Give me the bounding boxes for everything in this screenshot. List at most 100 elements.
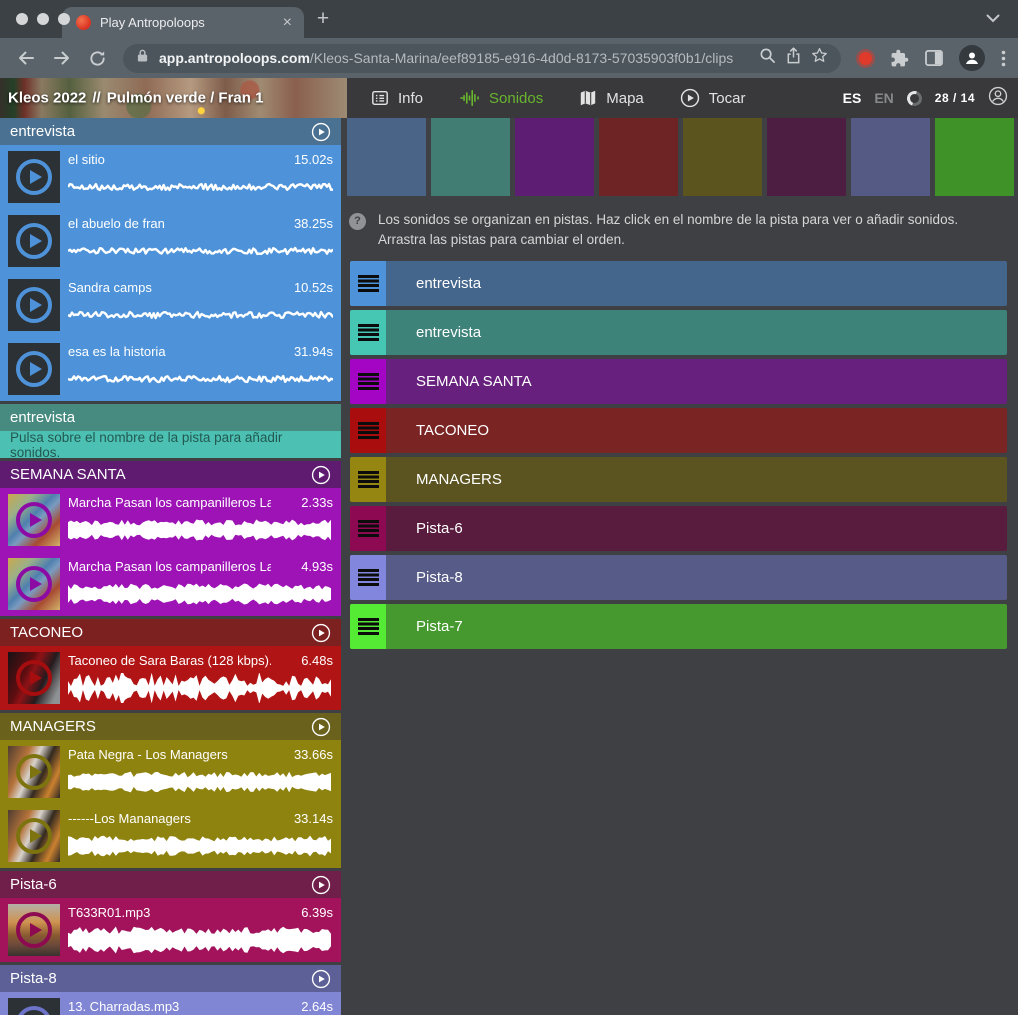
clip-waveform <box>68 300 333 330</box>
track-section: entrevistaPulsa sobre el nombre de la pi… <box>0 404 341 458</box>
clip-name: Taconeo de Sara Baras (128 kbps).mp3 <box>68 653 271 668</box>
clip-play-icon[interactable] <box>8 494 60 546</box>
clip-play-icon[interactable] <box>8 810 60 862</box>
nav-sonidos[interactable]: Sonidos <box>459 89 543 107</box>
drag-handle-icon[interactable] <box>350 359 386 404</box>
profile-avatar[interactable] <box>959 45 985 71</box>
clip[interactable]: Pata Negra - Los Managers33.66s <box>0 740 341 804</box>
clip[interactable]: el abuelo de fran38.25s <box>0 209 341 273</box>
track-play-button[interactable] <box>311 122 331 142</box>
track-row[interactable]: Pista-8 <box>350 555 1007 600</box>
clip-thumbnail[interactable] <box>8 279 60 331</box>
zoom-page-icon[interactable] <box>759 47 776 69</box>
clip[interactable]: 13. Charradas.mp32.64s <box>0 992 341 1015</box>
track-play-button[interactable] <box>311 623 331 643</box>
account-icon[interactable] <box>988 86 1008 111</box>
nav-info[interactable]: Info <box>371 89 423 107</box>
lang-en[interactable]: EN <box>874 90 893 106</box>
extensions-puzzle-icon[interactable] <box>890 49 909 68</box>
window-minimize-button[interactable] <box>37 13 49 25</box>
clip-thumbnail[interactable] <box>8 558 60 610</box>
share-icon[interactable] <box>786 47 801 69</box>
track-row[interactable]: Pista-7 <box>350 604 1007 649</box>
track-play-button[interactable] <box>311 969 331 989</box>
clip[interactable]: esa es la historia31.94s <box>0 337 341 401</box>
window-zoom-button[interactable] <box>58 13 70 25</box>
bookmark-star-icon[interactable] <box>811 47 828 69</box>
new-tab-button[interactable]: + <box>308 4 338 34</box>
drag-handle-icon[interactable] <box>350 555 386 600</box>
clip-thumbnail[interactable] <box>8 343 60 395</box>
track-header[interactable]: entrevista <box>0 404 341 431</box>
clip-play-icon[interactable] <box>8 998 60 1015</box>
track-play-button[interactable] <box>311 875 331 895</box>
track-header[interactable]: MANAGERS <box>0 713 341 740</box>
tab-search-chevron-icon[interactable] <box>986 10 1000 28</box>
clip-play-icon[interactable] <box>8 746 60 798</box>
track-name: entrevista <box>10 409 75 426</box>
clip-thumbnail[interactable] <box>8 151 60 203</box>
forward-button[interactable] <box>52 48 72 68</box>
track-section: TACONEOTaconeo de Sara Baras (128 kbps).… <box>0 619 341 710</box>
drag-handle-icon[interactable] <box>350 310 386 355</box>
track-header[interactable]: Pista-8 <box>0 965 341 992</box>
nav-mapa[interactable]: Mapa <box>579 89 644 107</box>
track-row[interactable]: entrevista <box>350 261 1007 306</box>
clip-duration: 31.94s <box>294 344 333 359</box>
record-indicator-icon[interactable] <box>859 52 872 65</box>
clip-duration: 15.02s <box>294 152 333 167</box>
track-row[interactable]: Pista-6 <box>350 506 1007 551</box>
clip-thumbnail[interactable] <box>8 810 60 862</box>
clip[interactable]: el sitio15.02s <box>0 145 341 209</box>
clip[interactable]: T633R01.mp36.39s <box>0 898 341 962</box>
drag-handle-icon[interactable] <box>350 604 386 649</box>
track-row[interactable]: TACONEO <box>350 408 1007 453</box>
track-header[interactable]: TACONEO <box>0 619 341 646</box>
clip-thumbnail[interactable] <box>8 904 60 956</box>
clip-play-icon[interactable] <box>8 279 60 331</box>
clip-play-icon[interactable] <box>8 151 60 203</box>
nav-tocar[interactable]: Tocar <box>680 88 746 108</box>
lang-es[interactable]: ES <box>843 90 862 106</box>
clip-thumbnail[interactable] <box>8 494 60 546</box>
drag-handle-icon[interactable] <box>350 408 386 453</box>
track-header[interactable]: SEMANA SANTA <box>0 461 341 488</box>
reload-button[interactable] <box>88 49 107 68</box>
clip-thumbnail[interactable] <box>8 652 60 704</box>
tab-close-icon[interactable]: × <box>281 15 294 31</box>
track-header[interactable]: Pista-6 <box>0 871 341 898</box>
track-row[interactable]: entrevista <box>350 310 1007 355</box>
clip-play-icon[interactable] <box>8 904 60 956</box>
clip[interactable]: ------Los Mananagers33.14s <box>0 804 341 868</box>
clip[interactable]: Marcha Pasan los campanilleros Las Mejor… <box>0 552 341 616</box>
clip-play-icon[interactable] <box>8 343 60 395</box>
clip-waveform <box>68 364 333 394</box>
clip[interactable]: Marcha Pasan los campanilleros Las Mejor… <box>0 488 341 552</box>
track-header[interactable]: entrevista <box>0 118 341 145</box>
browser-menu-kebab-icon[interactable] <box>1001 50 1006 67</box>
address-bar[interactable]: app.antropoloops.com/Kleos-Santa-Marina/… <box>123 44 841 73</box>
back-button[interactable] <box>16 48 36 68</box>
track-row[interactable]: SEMANA SANTA <box>350 359 1007 404</box>
clip-thumbnail[interactable] <box>8 998 60 1015</box>
drag-handle-icon[interactable] <box>350 261 386 306</box>
clip-thumbnail[interactable] <box>8 215 60 267</box>
window-close-button[interactable] <box>16 13 28 25</box>
track-color-swatch <box>515 118 594 196</box>
clip-play-icon[interactable] <box>8 215 60 267</box>
clip[interactable]: Sandra camps10.52s <box>0 273 341 337</box>
track-play-button[interactable] <box>311 717 331 737</box>
clip-thumbnail[interactable] <box>8 746 60 798</box>
window-controls[interactable] <box>16 13 70 25</box>
project-banner[interactable]: Kleos 2022//Pulmón verde / Fran 1 <box>0 78 347 118</box>
browser-tab[interactable]: Play Antropoloops × <box>62 7 304 38</box>
split-screen-icon[interactable] <box>925 50 943 66</box>
drag-handle-icon[interactable] <box>350 506 386 551</box>
track-row[interactable]: MANAGERS <box>350 457 1007 502</box>
track-play-button[interactable] <box>311 465 331 485</box>
clip-play-icon[interactable] <box>8 652 60 704</box>
drag-handle-icon[interactable] <box>350 457 386 502</box>
clip[interactable]: Taconeo de Sara Baras (128 kbps).mp36.48… <box>0 646 341 710</box>
track-name: MANAGERS <box>10 718 96 735</box>
clip-play-icon[interactable] <box>8 558 60 610</box>
